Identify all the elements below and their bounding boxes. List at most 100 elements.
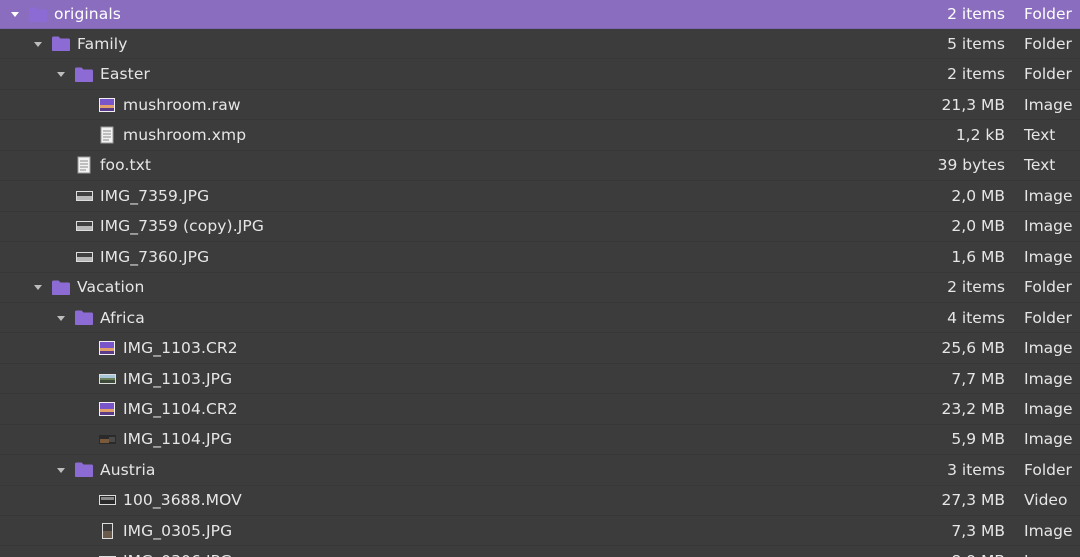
file-size: 21,3 MB [941,95,1005,114]
file-type: Folder [1024,65,1072,84]
file-name: foo.txt [100,156,152,175]
file-row[interactable]: 100_3688.MOV 27,3 MB Video [0,486,1080,516]
file-row[interactable]: IMG_0305.JPG 7,3 MB Image [0,516,1080,547]
image-thumbnail-icon [97,430,117,448]
row-name-cell: IMG_0306.JPG [0,546,232,557]
file-name: mushroom.raw [123,95,241,114]
file-name: mushroom.xmp [123,126,247,145]
expander-arrow-icon[interactable] [54,463,68,477]
folder-row[interactable]: Vacation 2 items Folder [0,273,1080,303]
folder-row[interactable]: Africa 4 items Folder [0,303,1080,334]
file-type: Folder [1024,278,1072,297]
file-row[interactable]: mushroom.raw 21,3 MB Image [0,90,1080,121]
expander-arrow-icon[interactable] [54,67,68,81]
expander-arrow-icon[interactable] [31,280,45,294]
folder-icon [51,278,71,296]
file-type: Image [1024,399,1073,418]
file-type: Image [1024,247,1073,266]
file-name: IMG_7360.JPG [100,247,210,266]
row-name-cell: Easter [0,59,150,88]
expander-arrow-icon[interactable] [8,7,22,21]
file-name: IMG_7359.JPG [100,186,210,205]
image-thumbnail-icon [97,522,117,540]
file-type: Folder [1024,460,1072,479]
file-row[interactable]: IMG_1104.JPG 5,9 MB Image [0,425,1080,456]
file-row[interactable]: IMG_7359 (copy).JPG 2,0 MB Image [0,212,1080,243]
image-thumbnail-icon [74,187,94,205]
row-name-cell: mushroom.raw [0,90,241,119]
file-size: 25,6 MB [941,339,1005,358]
file-type: Image [1024,217,1073,236]
row-name-cell: 100_3688.MOV [0,486,242,515]
video-thumbnail-icon [97,491,117,509]
file-size: 2 items [947,65,1005,84]
text-file-icon [97,126,117,144]
file-row[interactable]: IMG_7359.JPG 2,0 MB Image [0,181,1080,212]
file-size: 1,2 kB [955,126,1005,145]
expander-arrow-icon[interactable] [31,37,45,51]
text-file-icon [74,156,94,174]
file-name: IMG_1104.CR2 [123,399,238,418]
folder-icon [74,65,94,83]
image-thumbnail-icon [97,370,117,388]
row-name-cell: IMG_0305.JPG [0,516,232,545]
expander-arrow-icon[interactable] [54,311,68,325]
file-row[interactable]: IMG_1103.JPG 7,7 MB Image [0,364,1080,395]
file-type: Text [1024,156,1056,175]
file-row[interactable]: IMG_1103.CR2 25,6 MB Image [0,333,1080,364]
image-thumbnail-icon [97,339,117,357]
row-name-cell: IMG_1103.CR2 [0,333,238,362]
file-type: Image [1024,95,1073,114]
file-type: Image [1024,521,1073,540]
image-thumbnail-icon [97,96,117,114]
file-size: 8,9 MB [951,552,1005,557]
file-size: 3 items [947,460,1005,479]
folder-row[interactable]: Austria 3 items Folder [0,455,1080,486]
file-name: 100_3688.MOV [123,491,242,510]
file-size: 1,6 MB [951,247,1005,266]
row-name-cell: IMG_7360.JPG [0,242,209,271]
row-name-cell: IMG_1103.JPG [0,364,232,393]
file-row[interactable]: foo.txt 39 bytes Text [0,151,1080,182]
file-type: Folder [1024,5,1072,23]
file-row[interactable]: IMG_0306.JPG 8,9 MB Image [0,546,1080,557]
file-size: 5,9 MB [951,430,1005,449]
row-name-cell: foo.txt [0,151,151,180]
file-row[interactable]: IMG_7360.JPG 1,6 MB Image [0,242,1080,273]
file-name: IMG_1103.CR2 [123,339,238,358]
file-name: Africa [100,308,145,327]
row-name-cell: Family [0,29,127,58]
row-name-cell: IMG_1104.CR2 [0,394,238,423]
folder-icon [51,35,71,53]
file-name: IMG_0306.JPG [123,552,232,557]
file-size: 27,3 MB [941,491,1005,510]
row-name-cell: mushroom.xmp [0,120,246,149]
folder-row[interactable]: Family 5 items Folder [0,29,1080,60]
file-name: originals [54,5,121,23]
folder-row[interactable]: originals 2 items Folder [0,0,1080,29]
file-name: Easter [100,65,150,84]
folder-icon [74,461,94,479]
file-size: 2 items [947,278,1005,297]
file-name: IMG_0305.JPG [123,521,233,540]
file-type: Image [1024,369,1073,388]
file-size: 7,7 MB [951,369,1005,388]
file-size: 2 items [947,5,1005,23]
file-row[interactable]: IMG_1104.CR2 23,2 MB Image [0,394,1080,425]
image-thumbnail-icon [97,552,117,557]
folder-row[interactable]: Easter 2 items Folder [0,59,1080,90]
row-name-cell: Austria [0,455,155,484]
file-type: Folder [1024,34,1072,53]
folder-icon [28,5,48,23]
file-name: IMG_7359 (copy).JPG [100,217,264,236]
file-row[interactable]: mushroom.xmp 1,2 kB Text [0,120,1080,151]
file-name: IMG_1103.JPG [123,369,233,388]
